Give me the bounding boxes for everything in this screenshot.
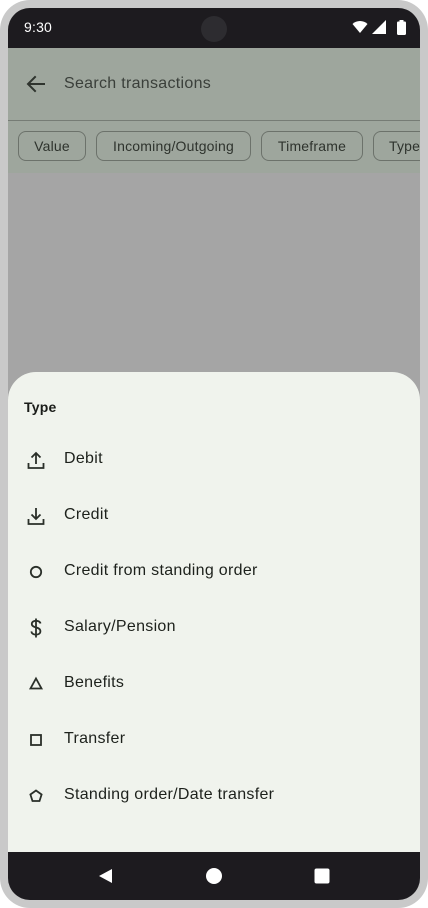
option-salary-pension[interactable]: Salary/Pension bbox=[8, 600, 420, 656]
filter-chip-value[interactable]: Value bbox=[18, 131, 86, 161]
status-bar: 9:30 bbox=[8, 8, 420, 48]
device-frame: 9:30 Search transactions Value Incoming/… bbox=[0, 0, 428, 908]
option-credit[interactable]: Credit bbox=[8, 488, 420, 544]
scrim[interactable] bbox=[8, 173, 420, 372]
option-transfer[interactable]: Transfer bbox=[8, 712, 420, 768]
back-arrow-icon[interactable] bbox=[22, 72, 50, 96]
camera-cutout bbox=[201, 16, 227, 42]
download-icon bbox=[27, 508, 45, 525]
filter-chip-row: Value Incoming/Outgoing Timeframe Type bbox=[8, 121, 420, 173]
option-credit-from-standing-order[interactable]: Credit from standing order bbox=[8, 544, 420, 600]
screen: 9:30 Search transactions Value Incoming/… bbox=[8, 8, 420, 900]
option-label: Debit bbox=[64, 450, 103, 467]
filter-chip-incoming-outgoing[interactable]: Incoming/Outgoing bbox=[96, 131, 251, 161]
system-navigation-bar bbox=[8, 852, 420, 900]
option-label: Credit from standing order bbox=[64, 562, 258, 579]
wifi-icon bbox=[352, 21, 368, 33]
square-icon bbox=[30, 734, 42, 746]
option-label: Standing order/Date transfer bbox=[64, 786, 275, 803]
option-benefits[interactable]: Benefits bbox=[8, 656, 420, 712]
search-app-bar: Search transactions bbox=[8, 48, 420, 120]
status-time: 9:30 bbox=[24, 19, 53, 35]
nav-recents-icon[interactable] bbox=[312, 866, 332, 886]
option-label: Salary/Pension bbox=[64, 618, 176, 635]
option-standing-order-date-transfer[interactable]: Standing order/Date transfer bbox=[8, 768, 420, 824]
triangle-icon bbox=[28, 676, 44, 690]
option-debit[interactable]: Debit bbox=[8, 432, 420, 488]
filter-chip-timeframe[interactable]: Timeframe bbox=[261, 131, 363, 161]
option-label: Benefits bbox=[64, 674, 125, 691]
pentagon-icon bbox=[29, 789, 43, 802]
battery-icon bbox=[397, 20, 406, 35]
sheet-title: Type bbox=[24, 399, 57, 415]
search-input[interactable]: Search transactions bbox=[64, 75, 211, 93]
filter-chip-type[interactable]: Type bbox=[373, 131, 420, 161]
dollar-icon bbox=[30, 618, 42, 638]
signal-icon bbox=[372, 20, 386, 34]
upload-icon bbox=[27, 451, 45, 469]
nav-back-icon[interactable] bbox=[96, 866, 116, 886]
circle-icon bbox=[29, 565, 43, 579]
nav-home-icon[interactable] bbox=[204, 866, 224, 886]
option-label: Transfer bbox=[64, 730, 126, 747]
type-bottom-sheet: Type Debit Credit Credit from standing o… bbox=[8, 372, 420, 852]
option-label: Credit bbox=[64, 506, 109, 523]
